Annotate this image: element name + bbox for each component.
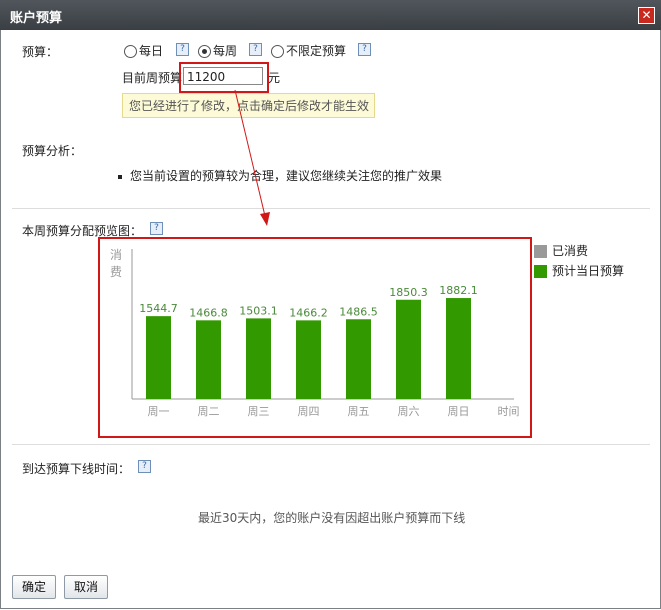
- legend-consumed: 已消费: [534, 242, 588, 259]
- radio-weekly-label: 每周: [213, 44, 238, 58]
- chart-bar: [196, 320, 221, 399]
- budget-unit: 元: [268, 71, 281, 85]
- bar-value-label: 1486.5: [339, 305, 378, 318]
- legend-consumed-label: 已消费: [552, 244, 589, 258]
- radio-unlimited-label: 不限定预算: [286, 44, 347, 58]
- current-budget-label: 目前周预算: [122, 71, 183, 85]
- help-icon-weekly[interactable]: ?: [249, 43, 262, 56]
- chart-bar: [396, 299, 421, 399]
- x-tick-label: 周五: [348, 405, 370, 418]
- legend-estimated-swatch: [534, 265, 547, 278]
- bar-value-label: 1466.8: [189, 306, 228, 319]
- ok-button[interactable]: 确定: [12, 575, 56, 599]
- radio-daily[interactable]: 每日: [124, 42, 163, 59]
- analysis-item: 您当前设置的预算较为合理，建议您继续关注您的推广效果: [118, 167, 442, 184]
- close-icon[interactable]: ✕: [638, 7, 655, 24]
- help-icon-offline[interactable]: ?: [138, 460, 151, 473]
- x-axis-label: 时间: [498, 405, 520, 418]
- offline-label: 到达预算下线时间：: [22, 462, 131, 476]
- analysis-label: 预算分析：: [22, 144, 83, 158]
- annotation-arrow: [234, 89, 270, 226]
- x-tick-label: 周日: [448, 405, 470, 418]
- help-icon-preview[interactable]: ?: [150, 222, 163, 235]
- divider-1: [12, 208, 650, 209]
- x-tick-label: 周一: [148, 405, 170, 418]
- bar-value-label: 1882.1: [439, 284, 478, 297]
- budget-chart: 消费 1544.7 周一 1466.8 周二 1503.1 周三 1466.2 周四 1486.5…: [98, 237, 532, 438]
- x-tick-label: 周二: [198, 405, 220, 418]
- radio-weekly[interactable]: 每周: [198, 42, 237, 59]
- bar-value-label: 1850.3: [389, 286, 428, 299]
- bullet: [118, 174, 122, 179]
- y-axis-label: 费: [110, 265, 122, 279]
- legend-consumed-swatch: [534, 245, 547, 258]
- cancel-button[interactable]: 取消: [64, 575, 108, 599]
- x-tick-label: 周三: [248, 405, 270, 418]
- budget-label: 预算：: [22, 45, 59, 59]
- help-icon-daily[interactable]: ?: [176, 43, 189, 56]
- legend-estimated: 预计当日预算: [534, 262, 624, 279]
- radio-unlimited-circle[interactable]: [271, 45, 284, 58]
- chart-bar: [246, 318, 271, 399]
- chart-bar: [446, 298, 471, 399]
- bar-value-label: 1544.7: [139, 302, 178, 315]
- dialog-title: 账户预算: [10, 11, 63, 26]
- divider-2: [12, 444, 650, 445]
- help-icon-unlimited[interactable]: ?: [358, 43, 371, 56]
- radio-weekly-circle[interactable]: [198, 45, 211, 58]
- radio-unlimited[interactable]: 不限定预算: [271, 42, 346, 59]
- radio-daily-label: 每日: [139, 44, 164, 58]
- chart-bar: [146, 316, 171, 399]
- dialog-titlebar: 账户预算 ✕: [0, 0, 661, 30]
- y-axis-label: 消: [110, 248, 122, 262]
- bar-value-label: 1503.1: [239, 304, 278, 317]
- chart-bar: [296, 320, 321, 399]
- bar-value-label: 1466.2: [289, 306, 328, 319]
- chart-bar: [346, 319, 371, 399]
- x-tick-label: 周四: [298, 405, 320, 418]
- analysis-text: 您当前设置的预算较为合理，建议您继续关注您的推广效果: [130, 169, 443, 183]
- offline-message: 最近30天内，您的账户没有因超出账户预算而下线: [198, 511, 466, 525]
- radio-daily-circle[interactable]: [124, 45, 137, 58]
- x-tick-label: 周六: [398, 405, 420, 418]
- legend-estimated-label: 预计当日预算: [552, 264, 625, 278]
